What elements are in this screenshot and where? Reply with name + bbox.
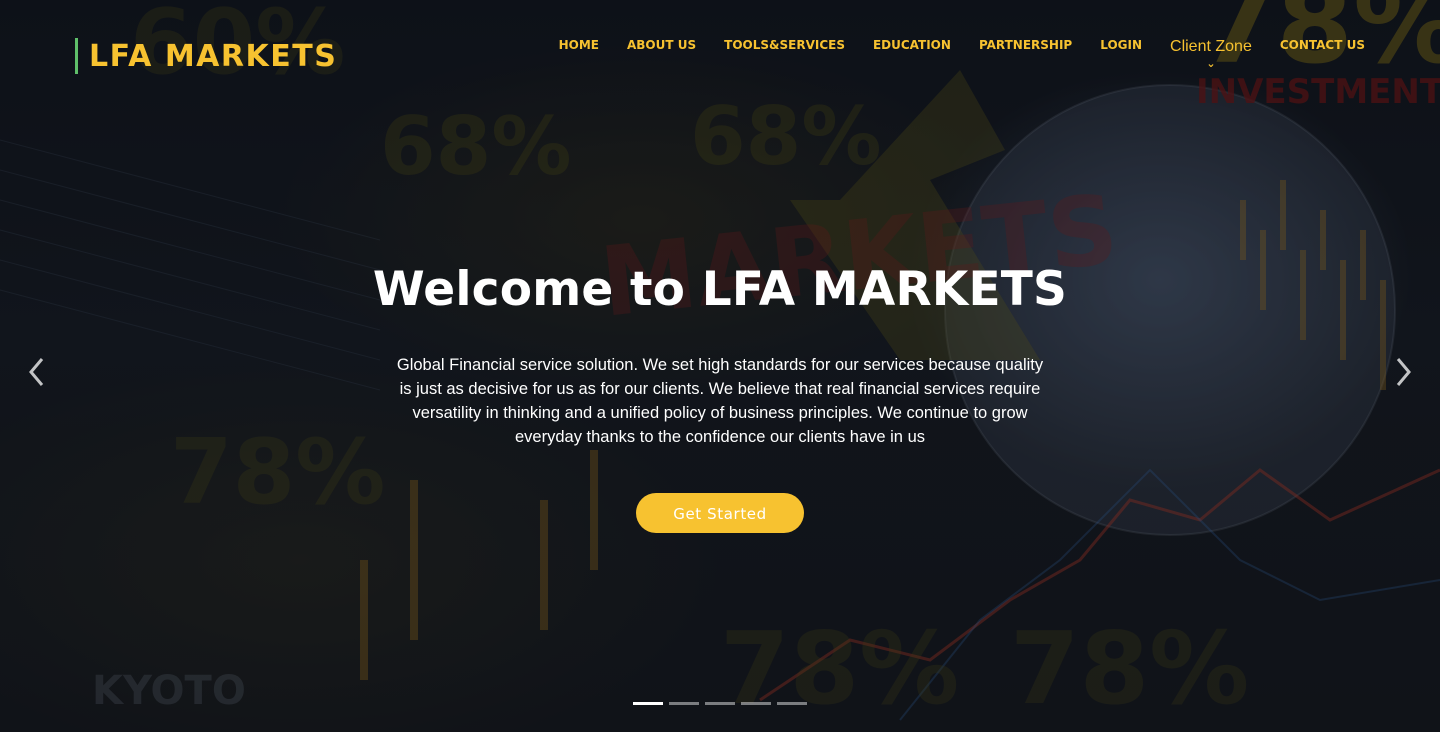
hero-title: Welcome to LFA MARKETS [372, 262, 1068, 317]
nav-client-zone-dropdown[interactable]: Client Zone ⌄ [1170, 36, 1252, 69]
chevron-right-icon [1396, 358, 1411, 386]
brand-logo[interactable]: LFA MARKETS [75, 38, 337, 74]
carousel-indicator[interactable] [633, 702, 663, 705]
carousel-indicator[interactable] [741, 702, 771, 705]
hero-carousel: 78% INVESTMENT 68% 68% 60% 78% 78% 78% M… [0, 0, 1440, 732]
hero-description: Global Financial service solution. We se… [396, 356, 1044, 446]
get-started-button[interactable]: Get Started [636, 493, 804, 533]
nav-about-us[interactable]: ABOUT US [627, 36, 696, 52]
carousel-next-button[interactable] [1388, 354, 1418, 390]
hero-content: Welcome to LFA MARKETS Global Financial … [0, 262, 1440, 533]
nav-education[interactable]: EDUCATION [873, 36, 951, 52]
nav-home[interactable]: HOME [559, 36, 599, 52]
nav-partnership[interactable]: PARTNERSHIP [979, 36, 1072, 52]
client-zone-label: Client Zone [1170, 38, 1252, 55]
nav-login[interactable]: LOGIN [1100, 36, 1142, 52]
chevron-down-icon: ⌄ [1206, 57, 1216, 70]
carousel-indicators [633, 702, 807, 705]
brand-name: LFA MARKETS [89, 38, 338, 74]
carousel-prev-button[interactable] [22, 354, 52, 390]
carousel-indicator[interactable] [705, 702, 735, 705]
carousel-indicator[interactable] [669, 702, 699, 705]
chevron-left-icon [29, 358, 44, 386]
carousel-indicator[interactable] [777, 702, 807, 705]
nav-contact-us[interactable]: CONTACT US [1280, 36, 1365, 52]
nav-tools-services[interactable]: TOOLS&SERVICES [724, 36, 845, 52]
main-nav: HOME ABOUT US TOOLS&SERVICES EDUCATION P… [559, 36, 1365, 69]
